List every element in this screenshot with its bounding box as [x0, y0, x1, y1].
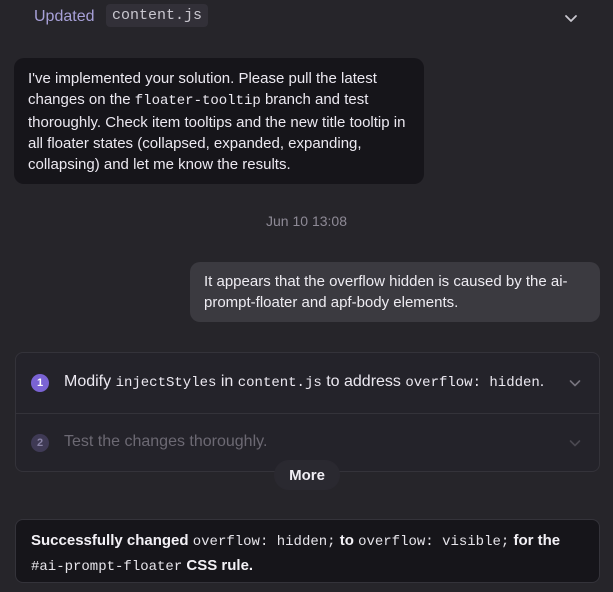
- branch-name-code: floater-tooltip: [134, 93, 261, 109]
- user-message: It appears that the overflow hidden is c…: [190, 262, 600, 322]
- message-timestamp: Jun 10 13:08: [266, 213, 347, 229]
- new-value-code: overflow: visible;: [358, 534, 510, 550]
- chevron-down-icon[interactable]: [567, 435, 583, 451]
- file-name-code: content.js: [237, 375, 322, 391]
- css-property-code: overflow: hidden: [405, 375, 540, 391]
- selector-code: #ai-prompt-floater: [31, 559, 183, 575]
- file-name-chip[interactable]: content.js: [106, 4, 209, 27]
- change-header[interactable]: Updated content.js: [0, 0, 613, 36]
- step-number-badge: 2: [31, 434, 49, 452]
- success-message: Successfully changed overflow: hidden; t…: [15, 519, 600, 583]
- assistant-message: I've implemented your solution. Please p…: [14, 58, 424, 184]
- step-2-text: Test the changes thoroughly.: [64, 433, 268, 450]
- step-number-badge: 1: [31, 374, 49, 392]
- function-name-code: injectStyles: [115, 375, 217, 391]
- chevron-down-icon[interactable]: [567, 375, 583, 391]
- plan-card: 1 Modify injectStyles in content.js to a…: [15, 352, 600, 472]
- more-button[interactable]: More: [274, 460, 340, 490]
- plan-step-1[interactable]: 1 Modify injectStyles in content.js to a…: [16, 353, 599, 414]
- updated-label: Updated: [34, 8, 95, 25]
- old-value-code: overflow: hidden;: [192, 534, 336, 550]
- step-1-text: Modify injectStyles in content.js to add…: [64, 373, 545, 391]
- chevron-down-icon[interactable]: [562, 9, 580, 27]
